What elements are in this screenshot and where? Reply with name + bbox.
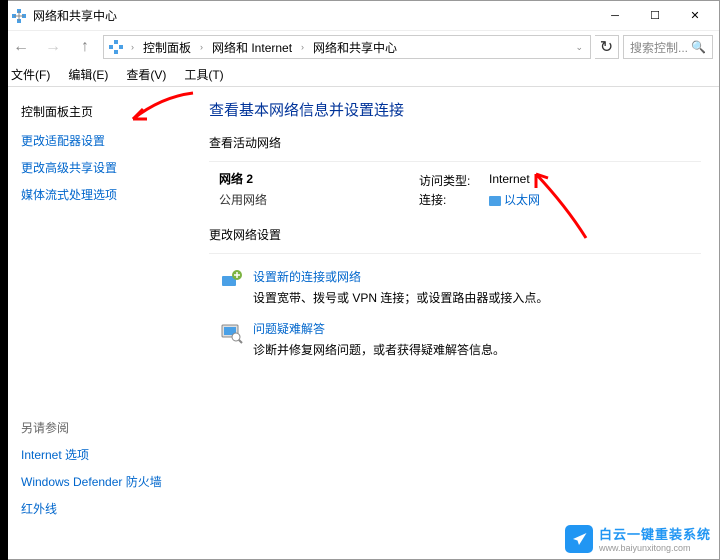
app-icon	[11, 8, 27, 24]
sidebar-home[interactable]: 控制面板主页	[21, 103, 191, 120]
menu-tools[interactable]: 工具(T)	[184, 66, 223, 83]
main-panel: 查看基本网络信息并设置连接 查看活动网络 网络 2 公用网络 访问类型: Int…	[191, 87, 719, 559]
page-heading: 查看基本网络信息并设置连接	[209, 99, 701, 120]
seealso-infrared[interactable]: 红外线	[21, 500, 162, 517]
chevron-right-icon: ›	[128, 42, 137, 52]
window-title: 网络和共享中心	[33, 7, 595, 24]
network-type: 公用网络	[219, 191, 419, 208]
location-icon	[108, 39, 124, 55]
connection-link[interactable]: 以太网	[489, 191, 540, 208]
maximize-button[interactable]: ☐	[635, 1, 675, 31]
change-settings-label: 更改网络设置	[209, 226, 701, 243]
action-title[interactable]: 设置新的连接或网络	[253, 268, 548, 285]
watermark-logo	[565, 525, 593, 553]
breadcrumb[interactable]: › 控制面板 › 网络和 Internet › 网络和共享中心 ⌄	[103, 35, 591, 59]
active-networks-label: 查看活动网络	[209, 134, 701, 151]
sidebar-link-media[interactable]: 媒体流式处理选项	[21, 186, 191, 203]
chevron-right-icon: ›	[197, 42, 206, 52]
access-type-label: 访问类型:	[419, 172, 489, 189]
connection-label: 连接:	[419, 191, 489, 208]
network-name: 网络 2	[219, 170, 419, 187]
sidebar-link-adapter[interactable]: 更改适配器设置	[21, 132, 191, 149]
action-title[interactable]: 问题疑难解答	[253, 320, 505, 337]
breadcrumb-item[interactable]: 网络和共享中心	[309, 37, 401, 58]
new-connection-icon	[219, 268, 243, 292]
action-desc: 设置宽带、拨号或 VPN 连接；或设置路由器或接入点。	[253, 289, 548, 306]
close-button[interactable]: ✕	[675, 1, 715, 31]
minimize-button[interactable]: ─	[595, 1, 635, 31]
action-troubleshoot: 问题疑难解答 诊断并修复网络问题，或者获得疑难解答信息。	[219, 320, 701, 358]
troubleshoot-icon	[219, 320, 243, 344]
breadcrumb-item[interactable]: 网络和 Internet	[208, 37, 296, 58]
breadcrumb-item[interactable]: 控制面板	[139, 37, 195, 58]
sidebar-link-sharing[interactable]: 更改高级共享设置	[21, 159, 191, 176]
search-input[interactable]: 搜索控制... 🔍	[623, 35, 713, 59]
seealso-defender[interactable]: Windows Defender 防火墙	[21, 473, 162, 490]
menu-file[interactable]: 文件(F)	[11, 66, 50, 83]
search-placeholder: 搜索控制...	[630, 39, 688, 56]
ethernet-icon	[489, 196, 501, 206]
chevron-right-icon: ›	[298, 42, 307, 52]
menu-edit[interactable]: 编辑(E)	[68, 66, 108, 83]
address-bar: ← → ↑ › 控制面板 › 网络和 Internet › 网络和共享中心 ⌄ …	[1, 31, 719, 63]
refresh-button[interactable]: ↻	[595, 35, 619, 59]
menu-bar: 文件(F) 编辑(E) 查看(V) 工具(T)	[1, 63, 719, 87]
see-also: 另请参阅 Internet 选项 Windows Defender 防火墙 红外…	[21, 419, 162, 527]
sidebar: 控制面板主页 更改适配器设置 更改高级共享设置 媒体流式处理选项 另请参阅 In…	[1, 87, 191, 559]
search-icon: 🔍	[691, 40, 706, 54]
watermark-url: www.baiyunxitong.com	[599, 543, 711, 553]
title-bar: 网络和共享中心 ─ ☐ ✕	[1, 1, 719, 31]
up-button[interactable]: ↑	[71, 35, 99, 59]
chevron-down-icon[interactable]: ⌄	[572, 42, 586, 53]
watermark-text: 白云一键重装系统	[599, 524, 711, 543]
menu-view[interactable]: 查看(V)	[126, 66, 166, 83]
seealso-internet-options[interactable]: Internet 选项	[21, 446, 162, 463]
action-new-connection: 设置新的连接或网络 设置宽带、拨号或 VPN 连接；或设置路由器或接入点。	[219, 268, 701, 306]
forward-button[interactable]: →	[39, 35, 67, 59]
access-type-value: Internet	[489, 172, 530, 189]
see-also-label: 另请参阅	[21, 419, 162, 436]
action-desc: 诊断并修复网络问题，或者获得疑难解答信息。	[253, 341, 505, 358]
watermark: 白云一键重装系统 www.baiyunxitong.com	[565, 524, 711, 553]
back-button[interactable]: ←	[7, 35, 35, 59]
network-row: 网络 2 公用网络 访问类型: Internet 连接: 以太网	[219, 170, 701, 210]
